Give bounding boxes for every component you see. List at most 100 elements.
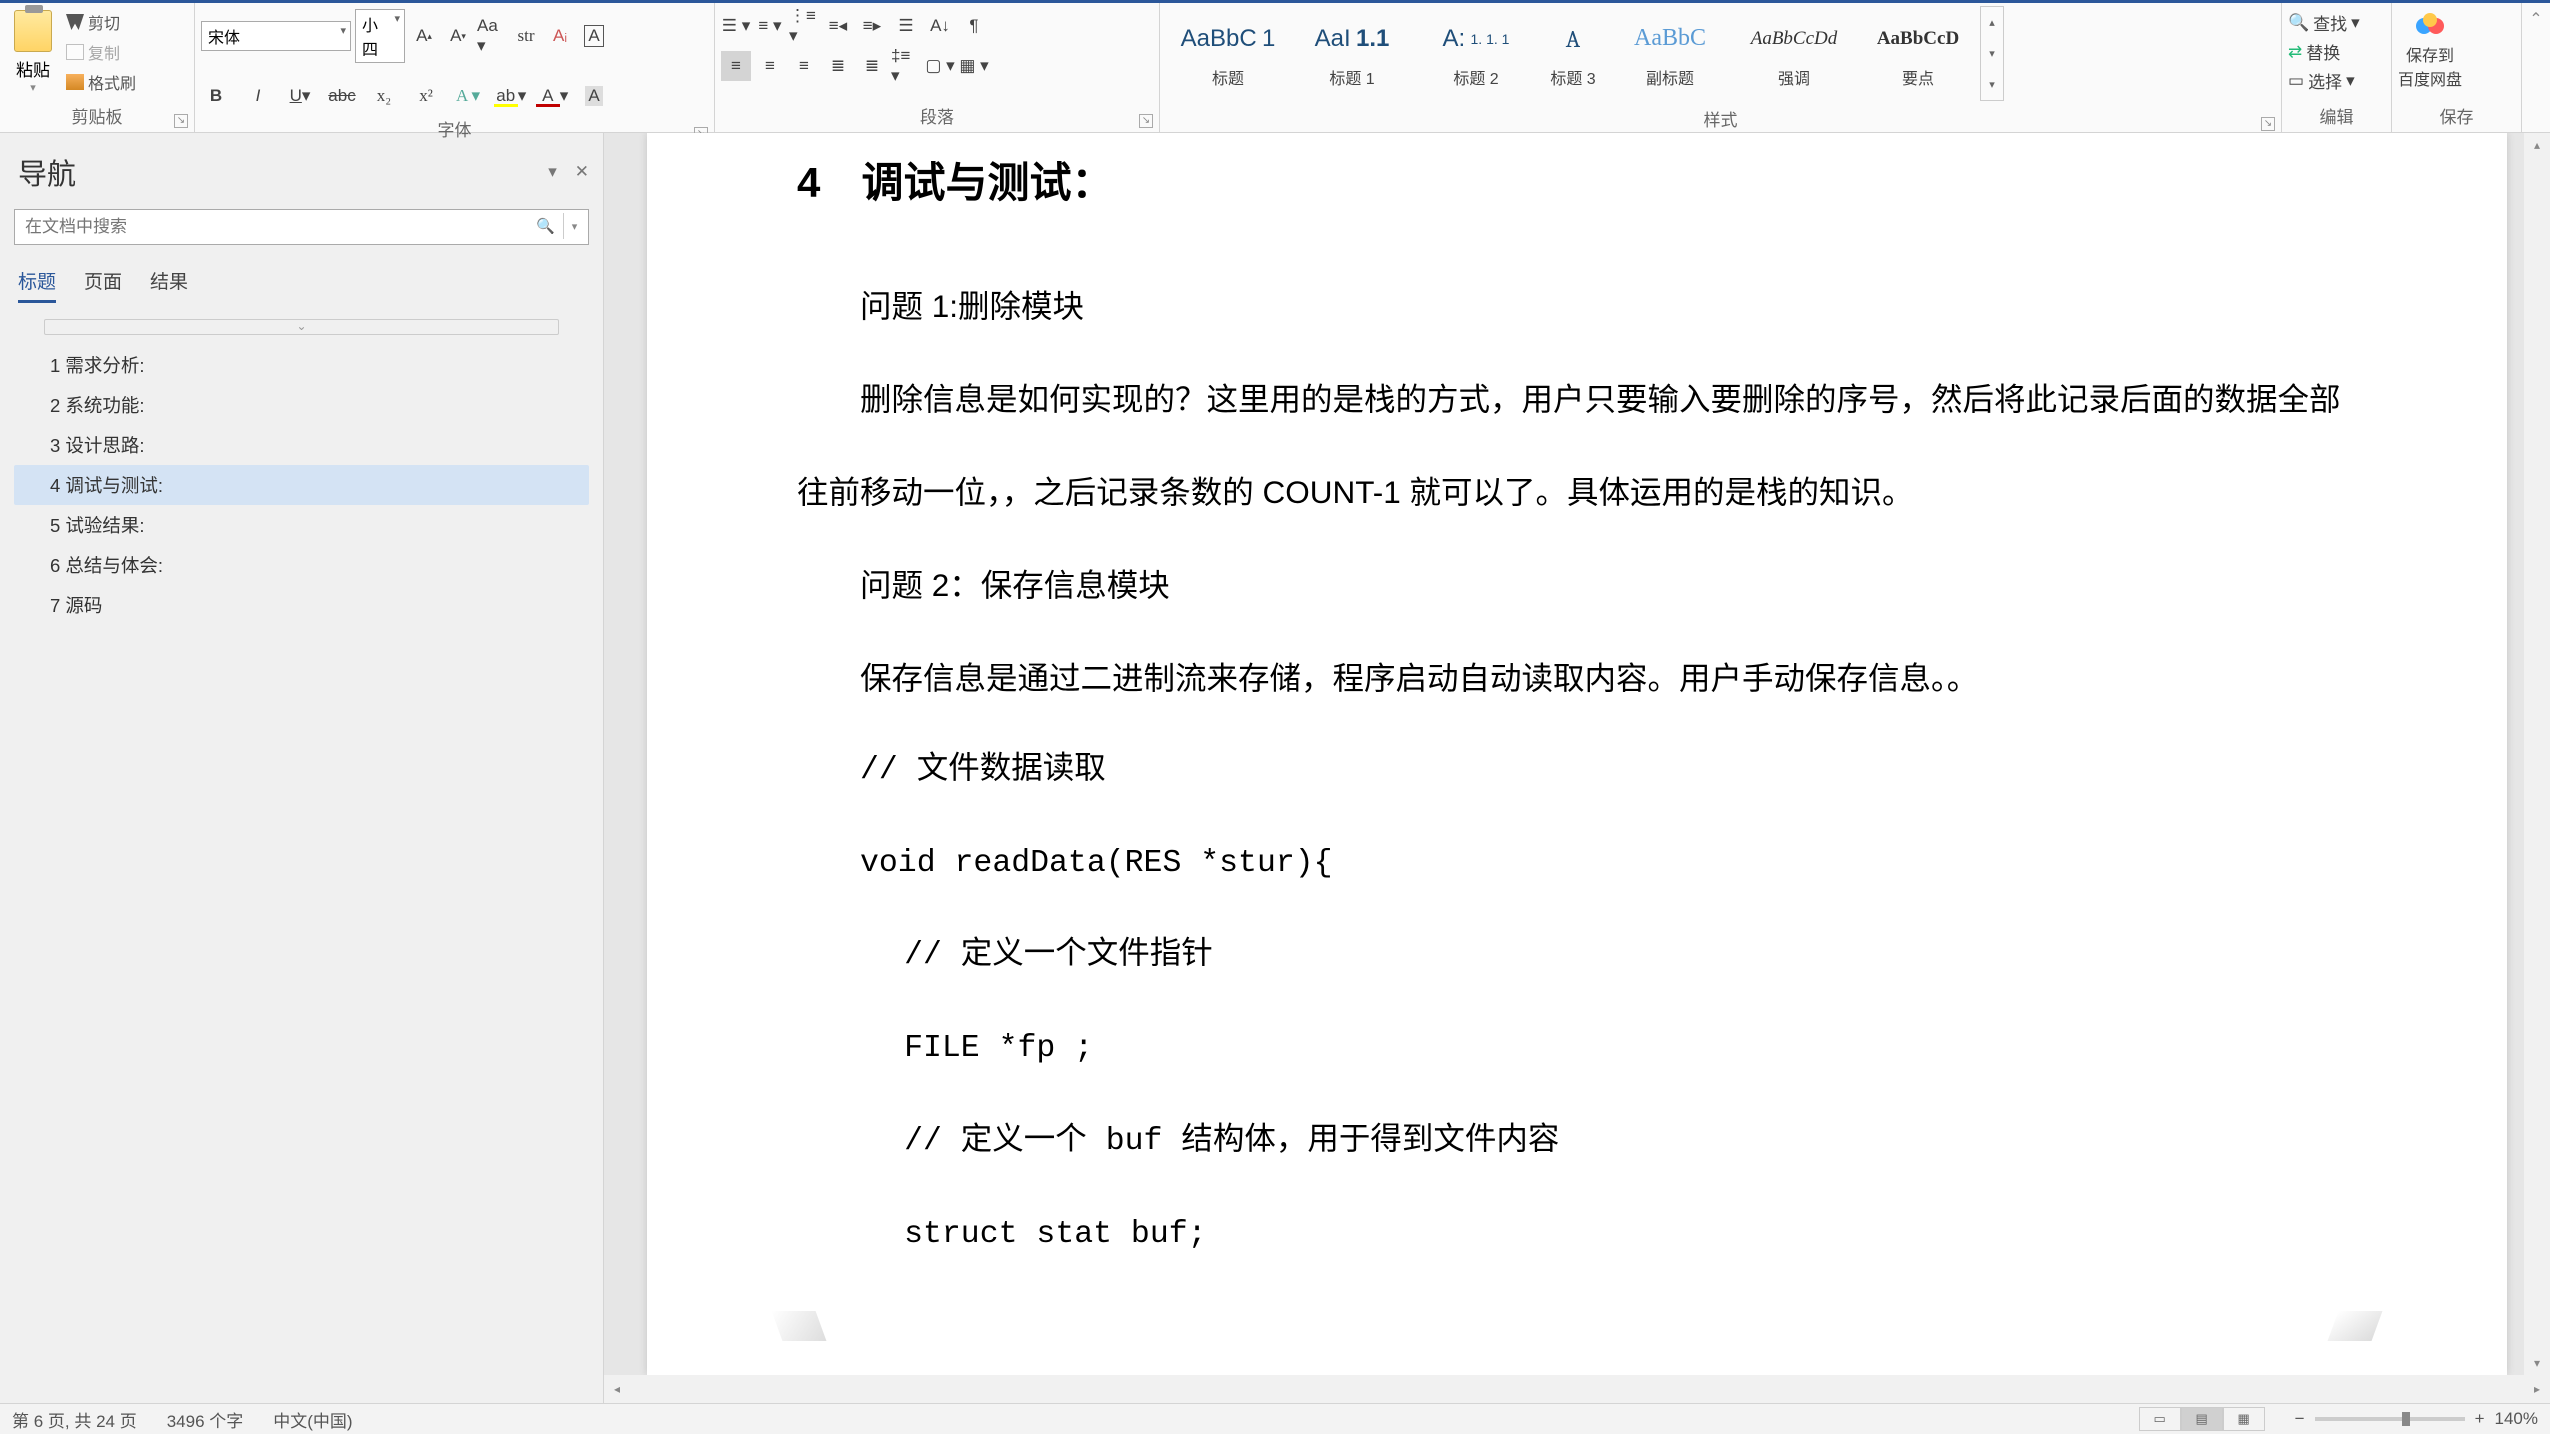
- sort-button[interactable]: A↓: [925, 11, 955, 41]
- view-print-button[interactable]: ▤: [2181, 1407, 2223, 1431]
- collapse-ribbon-button[interactable]: ⌃: [2522, 3, 2550, 132]
- shrink-font-button[interactable]: A▾: [443, 21, 473, 51]
- decrease-indent-button[interactable]: ≡◂: [823, 11, 853, 41]
- group-edit: 🔍查找 ▾ ⇄替换 ▭选择 ▾ 编辑: [2282, 3, 2392, 132]
- tree-item-7[interactable]: 7 源码: [14, 585, 589, 625]
- italic-button[interactable]: I: [243, 81, 273, 111]
- tree-item-4[interactable]: 4 调试与测试:: [14, 465, 589, 505]
- text-effects-button[interactable]: A ▾: [453, 81, 483, 111]
- strike-button[interactable]: abc: [327, 81, 357, 111]
- numbering-button[interactable]: ≡ ▾: [755, 11, 785, 41]
- subscript-button[interactable]: x₂: [369, 81, 399, 111]
- nav-tab-results[interactable]: 结果: [150, 267, 188, 303]
- borders-button[interactable]: ▦ ▾: [959, 51, 989, 81]
- clipboard-launcher[interactable]: ↘: [174, 114, 188, 128]
- find-button[interactable]: 🔍查找 ▾: [2288, 10, 2360, 35]
- nav-collapse-bar[interactable]: ⌄: [44, 319, 559, 335]
- style-subtitle[interactable]: AaBbC副标题: [1608, 6, 1732, 101]
- styles-launcher[interactable]: ↘: [2261, 117, 2275, 131]
- clear-format-button[interactable]: Aᵢ: [545, 21, 575, 51]
- nav-tree: 1 需求分析: 2 系统功能: 3 设计思路: 4 调试与测试: 5 试验结果:…: [0, 345, 603, 625]
- style-gallery-more[interactable]: ▴▾▾: [1980, 6, 2004, 101]
- style-h3[interactable]: A标题 3: [1538, 6, 1608, 101]
- char-border-button[interactable]: A: [579, 21, 609, 51]
- select-button[interactable]: ▭选择 ▾: [2288, 68, 2360, 93]
- nav-close-button[interactable]: ✕: [575, 162, 589, 182]
- style-h1[interactable]: AaI 1.1标题 1: [1290, 6, 1414, 101]
- ltr-button[interactable]: ☰: [891, 11, 921, 41]
- style-gallery[interactable]: AaBbC 1标题 AaI 1.1标题 1 A: 1. 1. 1标题 2 A标题…: [1166, 6, 2004, 101]
- highlight-button[interactable]: ab▾: [495, 81, 525, 111]
- replace-button[interactable]: ⇄替换: [2288, 39, 2360, 64]
- format-painter-button[interactable]: 格式刷: [66, 70, 136, 94]
- copy-icon: [66, 44, 84, 60]
- search-options-button[interactable]: ▾: [563, 213, 585, 239]
- nav-menu-button[interactable]: ▾: [548, 162, 557, 182]
- nav-tab-pages[interactable]: 页面: [84, 267, 122, 303]
- font-color-button[interactable]: A▾: [537, 81, 567, 111]
- style-emphasis[interactable]: AaBbCcDd强调: [1732, 6, 1856, 101]
- char-shading-button[interactable]: A: [579, 81, 609, 111]
- style-title[interactable]: AaBbC 1标题: [1166, 6, 1290, 101]
- style-h2[interactable]: A: 1. 1. 1标题 2: [1414, 6, 1538, 101]
- scissors-icon: [66, 14, 84, 30]
- nav-search-input[interactable]: [14, 209, 589, 245]
- increase-indent-button[interactable]: ≡▸: [857, 11, 887, 41]
- change-case-button[interactable]: Aa ▾: [477, 21, 507, 51]
- cut-label: 剪切: [88, 10, 120, 34]
- page-status[interactable]: 第 6 页, 共 24 页: [12, 1407, 137, 1432]
- underline-button[interactable]: U ▾: [285, 81, 315, 111]
- paste-button[interactable]: 粘贴 ▾: [6, 6, 60, 98]
- bullets-button[interactable]: ☰ ▾: [721, 11, 751, 41]
- page[interactable]: 4 调试与测试： 问题 1:删除模块 删除信息是如何实现的？这里用的是栈的方式，…: [647, 133, 2507, 1375]
- align-right-button[interactable]: ≡: [789, 51, 819, 81]
- zoom-slider[interactable]: [2315, 1417, 2465, 1421]
- justify-button[interactable]: ≣: [823, 51, 853, 81]
- select-icon: ▭: [2288, 71, 2304, 91]
- zoom-out-button[interactable]: −: [2295, 1409, 2305, 1429]
- multilevel-button[interactable]: ⋮≡ ▾: [789, 11, 819, 41]
- code-4: FILE *fp ;: [797, 1003, 2357, 1096]
- view-web-button[interactable]: ▦: [2223, 1407, 2265, 1431]
- search-icon[interactable]: 🔍: [536, 217, 555, 235]
- zoom-in-button[interactable]: +: [2475, 1409, 2485, 1429]
- font-name-combo[interactable]: 宋体: [201, 21, 351, 51]
- brush-icon: [66, 74, 84, 90]
- p3: 问题 2：保存信息模块: [797, 539, 2357, 632]
- word-count[interactable]: 3496 个字: [167, 1407, 244, 1432]
- cloud-save-button[interactable]: 保存到 百度网盘: [2398, 6, 2462, 90]
- nav-tab-headings[interactable]: 标题: [18, 267, 56, 303]
- tree-item-2[interactable]: 2 系统功能:: [14, 385, 589, 425]
- show-marks-button[interactable]: ¶: [959, 11, 989, 41]
- align-center-button[interactable]: ≡: [755, 51, 785, 81]
- horizontal-scrollbar[interactable]: ◂▸: [604, 1375, 2550, 1403]
- phonetic-guide-button[interactable]: str: [511, 21, 541, 51]
- superscript-button[interactable]: x²: [411, 81, 441, 111]
- search-icon: 🔍: [2288, 13, 2309, 33]
- language-status[interactable]: 中文(中国): [273, 1407, 352, 1432]
- group-font: 宋体 小四 A▴ A▾ Aa ▾ str Aᵢ A B I U ▾ abc x₂…: [195, 3, 715, 132]
- font-size-combo[interactable]: 小四: [355, 9, 405, 63]
- style-strong[interactable]: AaBbCcD要点: [1856, 6, 1980, 101]
- tree-item-5[interactable]: 5 试验结果:: [14, 505, 589, 545]
- nav-title: 导航: [18, 151, 76, 193]
- bold-button[interactable]: B: [201, 81, 231, 111]
- view-read-button[interactable]: ▭: [2139, 1407, 2181, 1431]
- zoom-level[interactable]: 140%: [2495, 1409, 2538, 1429]
- vertical-scrollbar[interactable]: ▴▾: [2524, 133, 2550, 1375]
- p2: 删除信息是如何实现的？这里用的是栈的方式，用户只要输入要删除的序号，然后将此记录…: [797, 353, 2357, 539]
- cloud-icon: [2412, 10, 2448, 38]
- copy-button[interactable]: 复制: [66, 40, 136, 64]
- grow-font-button[interactable]: A▴: [409, 21, 439, 51]
- distribute-button[interactable]: ≣: [857, 51, 887, 81]
- tree-item-6[interactable]: 6 总结与体会:: [14, 545, 589, 585]
- paragraph-launcher[interactable]: ↘: [1139, 114, 1153, 128]
- cut-button[interactable]: 剪切: [66, 10, 136, 34]
- shading-button[interactable]: ▢ ▾: [925, 51, 955, 81]
- tree-item-1[interactable]: 1 需求分析:: [14, 345, 589, 385]
- group-label-styles: 样式↘: [1160, 104, 2281, 135]
- align-left-button[interactable]: ≡: [721, 51, 751, 81]
- line-spacing-button[interactable]: ‡≡ ▾: [891, 51, 921, 81]
- code-2: void readData(RES *stur){: [797, 818, 2357, 911]
- tree-item-3[interactable]: 3 设计思路:: [14, 425, 589, 465]
